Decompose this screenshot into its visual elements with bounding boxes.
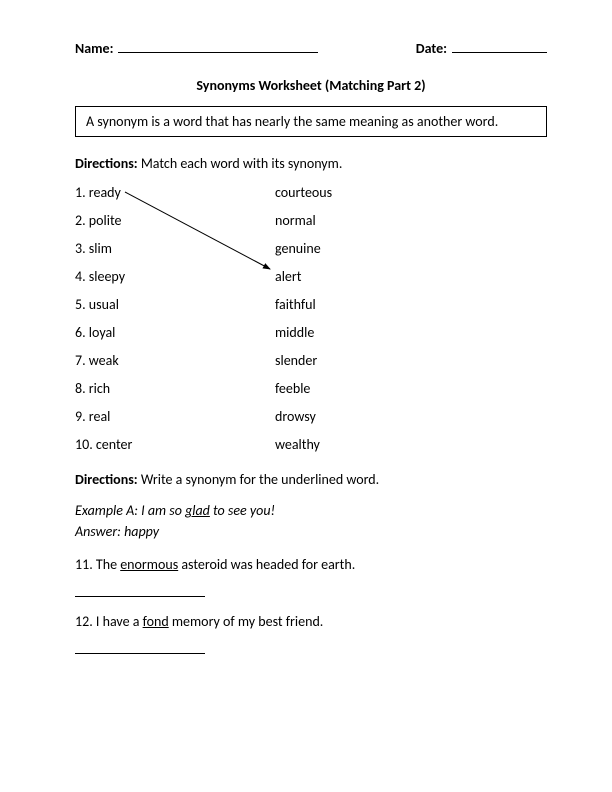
example-underlined: glad: [185, 502, 210, 519]
matching-row: 7. weakslender: [75, 352, 547, 369]
q12-prefix: 12. I have a: [75, 613, 143, 630]
question-12: 12. I have a fond memory of my best frie…: [75, 613, 547, 630]
matching-left: 4. sleepy: [75, 268, 275, 285]
date-blank[interactable]: [452, 52, 547, 53]
matching-row: 10. centerwealthy: [75, 436, 547, 453]
date-label: Date:: [416, 40, 447, 57]
matching-right: middle: [275, 324, 547, 341]
matching-row: 6. loyalmiddle: [75, 324, 547, 341]
worksheet-title: Synonyms Worksheet (Matching Part 2): [75, 77, 547, 94]
matching-left: 6. loyal: [75, 324, 275, 341]
matching-right: alert: [275, 268, 547, 285]
directions-label: Directions:: [75, 155, 138, 172]
header-row: Name: Date:: [75, 40, 547, 57]
matching-right: normal: [275, 212, 547, 229]
matching-right: drowsy: [275, 408, 547, 425]
matching-right: feeble: [275, 380, 547, 397]
matching-left: 1. ready: [75, 184, 275, 201]
matching-row: 2. politenormal: [75, 212, 547, 229]
matching-row: 4. sleepyalert: [75, 268, 547, 285]
example-block: Example A: I am so glad to see you! Answ…: [75, 500, 547, 542]
matching-left: 3. slim: [75, 240, 275, 257]
directions-text: Match each word with its synonym.: [138, 155, 343, 172]
date-section: Date:: [416, 40, 547, 57]
q12-answer-blank[interactable]: [75, 640, 205, 654]
matching-left: 2. polite: [75, 212, 275, 229]
matching-container: 1. readycourteous2. politenormal3. slimg…: [75, 184, 547, 453]
matching-row: 1. readycourteous: [75, 184, 547, 201]
q11-underlined: enormous: [120, 556, 178, 573]
matching-left: 5. usual: [75, 296, 275, 313]
q11-prefix: 11. The: [75, 556, 120, 573]
example-prefix: Example A: I am so: [75, 502, 185, 519]
matching-left: 9. real: [75, 408, 275, 425]
name-label: Name:: [75, 40, 113, 57]
matching-row: 5. usualfaithful: [75, 296, 547, 313]
matching-row: 8. richfeeble: [75, 380, 547, 397]
matching-right: faithful: [275, 296, 547, 313]
matching-left: 7. weak: [75, 352, 275, 369]
example-answer: Answer: happy: [75, 521, 547, 542]
example-suffix: to see you!: [210, 502, 275, 519]
directions-text-2: Write a synonym for the underlined word.: [138, 471, 380, 488]
q12-underlined: fond: [143, 613, 169, 630]
directions-label-2: Directions:: [75, 471, 138, 488]
name-section: Name:: [75, 40, 318, 57]
question-11: 11. The enormous asteroid was headed for…: [75, 556, 547, 573]
matching-row: 9. realdrowsy: [75, 408, 547, 425]
q11-answer-blank[interactable]: [75, 583, 205, 597]
matching-right: slender: [275, 352, 547, 369]
matching-left: 10. center: [75, 436, 275, 453]
part2-section: Directions: Write a synonym for the unde…: [75, 471, 547, 654]
example-line: Example A: I am so glad to see you!: [75, 500, 547, 521]
matching-row: 3. slimgenuine: [75, 240, 547, 257]
definition-text: A synonym is a word that has nearly the …: [86, 113, 498, 130]
part1-directions: Directions: Match each word with its syn…: [75, 155, 547, 172]
matching-right: genuine: [275, 240, 547, 257]
q12-suffix: memory of my best friend.: [169, 613, 324, 630]
matching-left: 8. rich: [75, 380, 275, 397]
matching-right: wealthy: [275, 436, 547, 453]
definition-box: A synonym is a word that has nearly the …: [75, 106, 547, 137]
part2-directions: Directions: Write a synonym for the unde…: [75, 471, 547, 488]
q11-suffix: asteroid was headed for earth.: [178, 556, 355, 573]
name-blank[interactable]: [118, 52, 318, 53]
matching-right: courteous: [275, 184, 547, 201]
